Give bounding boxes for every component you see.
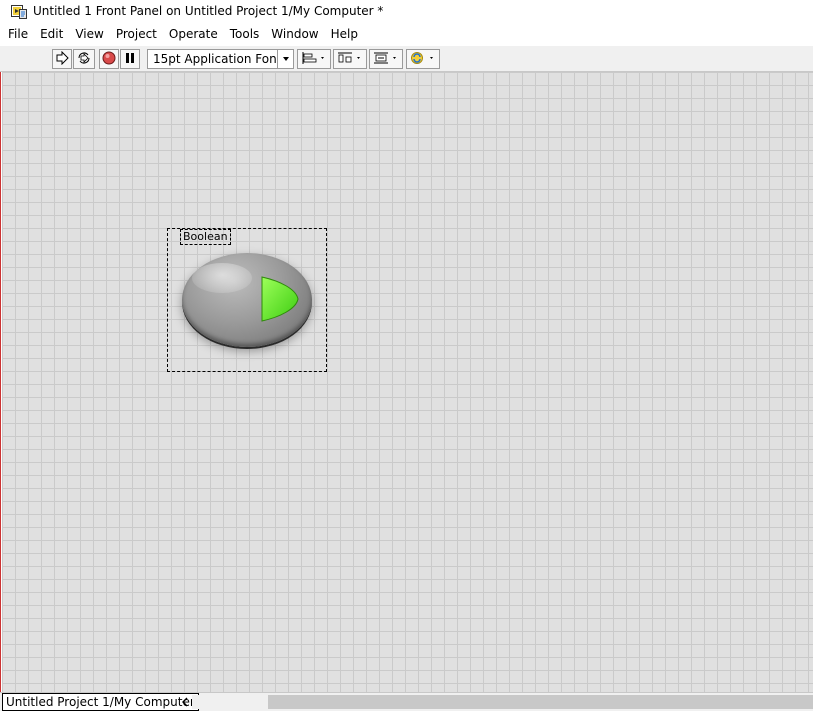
distribute-objects-icon [336,51,364,68]
front-panel-frame [0,72,813,692]
boolean-push-button[interactable] [182,253,312,347]
menu-window[interactable]: Window [265,24,324,44]
run-continuously-button[interactable] [73,49,95,69]
run-button[interactable] [52,49,72,69]
distribute-objects-button[interactable] [333,49,367,69]
abort-button[interactable] [99,49,119,69]
menu-tools[interactable]: Tools [224,24,266,44]
window-title: Untitled 1 Front Panel on Untitled Proje… [33,4,384,18]
reorder-button[interactable] [406,49,440,69]
reorder-icon [409,51,437,68]
horizontal-scroll-thumb[interactable] [268,695,813,709]
context-label[interactable]: Untitled Project 1/My Computer [2,693,199,711]
menu-edit[interactable]: Edit [34,24,69,44]
font-selector[interactable]: 15pt Application Font [147,49,294,69]
button-highlight [192,263,252,293]
toolbar: 15pt Application Font [0,46,813,72]
front-panel-canvas[interactable] [2,72,813,692]
font-selector-label: 15pt Application Font [153,52,277,66]
pause-icon [124,52,136,67]
menu-bar: File Edit View Project Operate Tools Win… [0,24,813,44]
menu-file[interactable]: File [0,24,34,44]
align-objects-icon [300,51,328,68]
run-continuously-icon [76,51,92,68]
play-arrow-icon [260,275,300,325]
horizontal-scroll-track[interactable] [192,695,268,709]
title-bar: Untitled 1 Front Panel on Untitled Proje… [0,0,813,22]
menu-operate[interactable]: Operate [163,24,224,44]
resize-objects-button[interactable] [369,49,403,69]
menu-help[interactable]: Help [325,24,364,44]
pause-button[interactable] [120,49,140,69]
boolean-control-label[interactable]: Boolean [180,229,231,245]
run-arrow-icon [55,50,69,68]
resize-objects-icon [372,51,400,68]
menu-project[interactable]: Project [110,24,163,44]
status-bar: Untitled Project 1/My Computer [0,692,813,711]
align-objects-button[interactable] [297,49,331,69]
abort-icon [102,51,116,68]
menu-view[interactable]: View [69,24,109,44]
labview-app-icon [11,3,27,19]
scroll-left-icon[interactable] [180,696,190,708]
chevron-down-icon [277,50,293,68]
